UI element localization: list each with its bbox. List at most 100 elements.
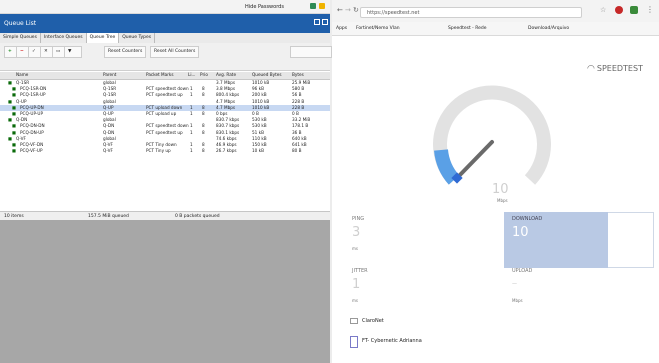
download-value: 10	[512, 225, 529, 240]
table-cell: 8	[202, 86, 205, 92]
table-cell: PCT upload down	[146, 104, 183, 110]
table-cell: 800.4 kbps	[216, 92, 240, 98]
table-cell: 0 bps	[216, 111, 228, 116]
speedtest-logo: ◠ SPEEDTEST	[587, 64, 643, 74]
maximize-icon[interactable]	[314, 19, 320, 25]
reset-counters-button[interactable]: Reset Counters	[104, 46, 147, 58]
browser-toolbar: ← → ↻ https://speedtest.net ☆ ⋮	[332, 0, 659, 22]
queue-tree-table: Name Parent Packet Marks Li... Prio Avg.…	[0, 71, 330, 211]
table-row[interactable]: ■ PCQ-DN-UP Q-DN PCT speedtest up 1 8 830.1 kb…	[0, 130, 330, 136]
table-cell: 1010 kB	[252, 104, 270, 110]
queue-icon: ■	[12, 86, 16, 92]
table-cell: global	[103, 135, 116, 141]
table-row[interactable]: ■ Q-1SR global 3.7 Mbps 1010 kB 25.9 MiB	[0, 80, 330, 86]
table-row[interactable]: ■ PCQ-UP-UP Q-UP PCT upload up 1 8 0 bps 0 B 0 B	[0, 111, 330, 117]
bookmark-2[interactable]: Speedtest - Rede	[448, 22, 487, 36]
tab-simple-queues[interactable]: Simple Queues	[0, 33, 41, 43]
col-packet-marks[interactable]: Packet Marks	[146, 72, 174, 78]
table-cell: 4.7 Mbps	[216, 98, 236, 104]
server-name[interactable]: FT- Cybernetic Adrianna	[362, 338, 422, 344]
queue-icon: ■	[12, 123, 16, 129]
extension-green-icon[interactable]	[630, 6, 638, 14]
table-cell: 8	[202, 148, 205, 154]
download-label: DOWNLOAD	[512, 216, 543, 222]
hide-passwords-label[interactable]: Hide Passwords	[245, 4, 284, 10]
table-cell: global	[103, 117, 116, 123]
queue-icon: ■	[8, 80, 12, 85]
bookmark-1[interactable]: Fortinet/Nemo Vlan	[356, 22, 400, 36]
table-cell: 530 kB	[252, 123, 267, 129]
table-cell: 1	[190, 104, 193, 110]
table-cell: 1	[190, 129, 193, 135]
status-yellow-icon	[319, 3, 325, 9]
table-cell: 830.7 kbps	[216, 117, 240, 123]
table-cell: 25.9 MiB	[292, 80, 311, 85]
table-cell: 56 B	[292, 92, 302, 98]
table-row[interactable]: ■ Q-VF global 74.6 kbps 110 kB 640 kB	[0, 136, 330, 142]
top-strip: Hide Passwords	[0, 0, 330, 14]
col-name[interactable]: Name	[16, 72, 28, 78]
reload-icon[interactable]: ↻	[353, 6, 359, 14]
table-cell: Q-DN	[103, 123, 115, 129]
queue-icon: ■	[12, 104, 16, 110]
table-row[interactable]: ■ PCQ-DN-DN Q-DN PCT speedtest down 1 8 830.7 …	[0, 123, 330, 129]
upload-unit: Mbps	[512, 298, 523, 303]
table-cell: 200 kB	[252, 92, 267, 98]
table-cell: global	[103, 98, 116, 104]
table-row[interactable]: ■ Q-DN global 830.7 kbps 530 kB 33.2 MiB	[0, 117, 330, 123]
menu-icon[interactable]: ⋮	[646, 5, 654, 14]
col-parent[interactable]: Parent	[103, 72, 116, 78]
table-cell: 36 B	[292, 129, 302, 135]
star-icon[interactable]: ☆	[600, 6, 606, 14]
address-bar[interactable]: https://speedtest.net	[360, 7, 582, 18]
filter-icon[interactable]: ▼	[64, 46, 82, 58]
table-row[interactable]: ■ PCQ-VF-DN Q-VF PCT Tiny down 1 8 46.9 kbps 15…	[0, 142, 330, 148]
table-cell: Q-1SR	[103, 92, 117, 98]
reset-all-counters-button[interactable]: Reset All Counters	[150, 46, 200, 58]
tab-queue-types[interactable]: Queue Types	[119, 33, 156, 43]
find-input[interactable]	[290, 46, 332, 58]
tab-interface-queues[interactable]: Interface Queues	[41, 33, 87, 43]
close-icon[interactable]	[322, 19, 328, 25]
col-limit[interactable]: Li...	[188, 72, 196, 78]
table-cell: Q-DN	[103, 129, 115, 135]
bookmark-3[interactable]: Download/Arquivo	[528, 22, 569, 36]
table-cell: 228 B	[292, 104, 305, 110]
table-cell: 1010 kB	[252, 80, 270, 85]
server-icon	[350, 336, 358, 348]
table-row[interactable]: ■ PCQ-UP-DN Q-UP PCT upload down 1 8 4.7 Mbps 1…	[0, 104, 330, 111]
col-queued-bytes[interactable]: Queued Bytes	[252, 72, 282, 78]
table-row[interactable]: ■ PCQ-1SR-UP Q-1SR PCT speedtest up 1 8 800.4 …	[0, 92, 330, 98]
upload-label: UPLOAD	[512, 268, 533, 274]
col-avg-rate[interactable]: Avg. Rate	[216, 72, 236, 78]
table-cell: Q-UP	[103, 104, 114, 110]
table-row[interactable]: ■ PCQ-VF-UP Q-VF PCT Tiny up 1 8 26.7 kbps 10 k…	[0, 148, 330, 154]
table-cell: Q-VF	[103, 142, 113, 147]
back-icon[interactable]: ←	[337, 6, 343, 14]
queue-icon: ■	[12, 142, 16, 147]
col-bytes[interactable]: Bytes	[292, 72, 304, 78]
jitter-label: JITTER	[352, 268, 368, 274]
table-cell: 580 B	[292, 86, 305, 92]
col-prio[interactable]: Prio	[200, 72, 208, 78]
provider-name[interactable]: ClaroNet	[362, 318, 384, 324]
table-cell: PCQ-DN-UP	[20, 129, 44, 135]
table-cell: PCT speedtest up	[146, 129, 183, 135]
table-cell: 530 kB	[252, 117, 267, 123]
table-row[interactable]: ■ PCQ-1SR-DN Q-1SR PCT speedtest down 1 8 3.8 …	[0, 86, 330, 92]
table-cell: 178.1 B	[292, 123, 309, 129]
forward-icon[interactable]: →	[345, 6, 351, 14]
table-row[interactable]: ■ Q-UP global 4.7 Mbps 1010 kB 228 B	[0, 99, 330, 105]
window-title: Queue List	[4, 20, 37, 27]
table-cell: 150 kB	[252, 142, 267, 147]
tab-queue-tree[interactable]: Queue Tree	[86, 33, 120, 43]
table-cell: 8	[202, 129, 205, 135]
queue-list-titlebar: Queue List	[0, 14, 330, 33]
table-cell: 640 kB	[292, 135, 307, 141]
provider-icon	[350, 318, 358, 324]
bookmark-apps[interactable]: Apps	[336, 22, 347, 36]
table-cell: 830.1 kbps	[216, 129, 240, 135]
extension-red-icon[interactable]	[615, 6, 623, 14]
table-cell: 8	[202, 142, 205, 147]
queue-tabs: Simple Queues Interface Queues Queue Tree Q…	[0, 33, 330, 43]
